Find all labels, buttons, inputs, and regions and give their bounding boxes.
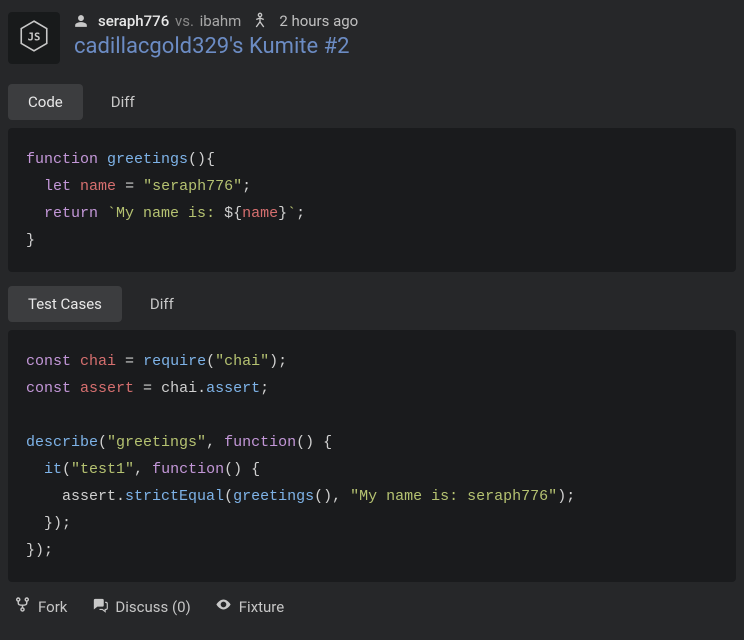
discuss-label: Discuss (0) xyxy=(115,598,190,616)
discuss-icon xyxy=(91,596,108,617)
kw-let: let xyxy=(44,178,71,195)
tpl-var: name xyxy=(242,205,278,222)
fn-require: require xyxy=(143,353,206,370)
code-text: . xyxy=(197,380,206,397)
template-literal: `My name is: xyxy=(107,205,224,222)
user-1[interactable]: seraph776 xyxy=(98,12,169,30)
var-chai: chai xyxy=(80,353,116,370)
kw-const: const xyxy=(26,353,71,370)
svg-text:JS: JS xyxy=(28,30,41,43)
language-badge: JS xyxy=(8,12,60,64)
fixture-button[interactable]: Fixture xyxy=(215,596,284,617)
fork-icon xyxy=(14,596,31,617)
var-name: name xyxy=(80,178,116,195)
code-text: = xyxy=(116,178,143,195)
string-literal: "My name is: seraph776" xyxy=(350,488,557,505)
code-text: ); xyxy=(557,488,575,505)
code-text: , xyxy=(206,434,224,451)
tab-diff-tests[interactable]: Diff xyxy=(130,286,194,322)
fork-button[interactable]: Fork xyxy=(14,596,67,617)
string-literal: "chai" xyxy=(215,353,269,370)
string-literal: "test1" xyxy=(71,461,134,478)
fn-name: greetings xyxy=(107,151,188,168)
kw-function: function xyxy=(26,151,98,168)
code-text: } xyxy=(26,232,35,249)
code-text: assert xyxy=(62,488,116,505)
kumite-title[interactable]: cadillacgold329's Kumite #2 xyxy=(74,34,358,59)
code-text: () { xyxy=(224,461,260,478)
code-text: ; xyxy=(278,353,287,370)
code-text: }); xyxy=(44,515,71,532)
fork-label: Fork xyxy=(38,598,67,616)
code-text: = xyxy=(134,380,161,397)
code-text: , xyxy=(134,461,152,478)
code-text: ; xyxy=(296,205,305,222)
var-assert: assert xyxy=(80,380,134,397)
code-text: ; xyxy=(260,380,269,397)
eye-icon xyxy=(215,596,232,617)
code-text: () { xyxy=(296,434,332,451)
kw-const: const xyxy=(26,380,71,397)
code-block: function greetings(){ let name = "seraph… xyxy=(8,128,736,272)
tab-diff-code[interactable]: Diff xyxy=(91,84,155,120)
code-text: }); xyxy=(26,542,53,559)
template-literal: ` xyxy=(287,205,296,222)
tab-test-cases[interactable]: Test Cases xyxy=(8,286,122,322)
spar-icon xyxy=(251,12,269,30)
string-literal: "seraph776" xyxy=(143,178,242,195)
code-text: chai xyxy=(161,380,197,397)
fn-describe: describe xyxy=(26,434,98,451)
fn-greetings-call: greetings xyxy=(233,488,314,505)
time-ago: 2 hours ago xyxy=(279,12,358,30)
code-text: = xyxy=(116,353,143,370)
discuss-button[interactable]: Discuss (0) xyxy=(91,596,190,617)
method-strictequal: strictEqual xyxy=(125,488,224,505)
code-text: . xyxy=(116,488,125,505)
kw-function: function xyxy=(152,461,224,478)
tab-code[interactable]: Code xyxy=(8,84,83,120)
code-text: (){ xyxy=(188,151,215,168)
user-2[interactable]: ibahm xyxy=(200,12,242,30)
nodejs-icon: JS xyxy=(17,19,51,57)
vs-label: vs. xyxy=(175,12,194,30)
code-text: ${ xyxy=(224,205,242,222)
fixture-label: Fixture xyxy=(239,598,284,616)
kw-return: return xyxy=(44,205,98,222)
code-text: ; xyxy=(242,178,251,195)
code-text: } xyxy=(278,205,287,222)
code-text: , xyxy=(332,488,350,505)
string-literal: "greetings" xyxy=(107,434,206,451)
kw-function: function xyxy=(224,434,296,451)
user-icon xyxy=(74,14,88,28)
prop-assert: assert xyxy=(206,380,260,397)
test-code-block: const chai = require("chai"); const asse… xyxy=(8,330,736,582)
fn-it: it xyxy=(44,461,62,478)
